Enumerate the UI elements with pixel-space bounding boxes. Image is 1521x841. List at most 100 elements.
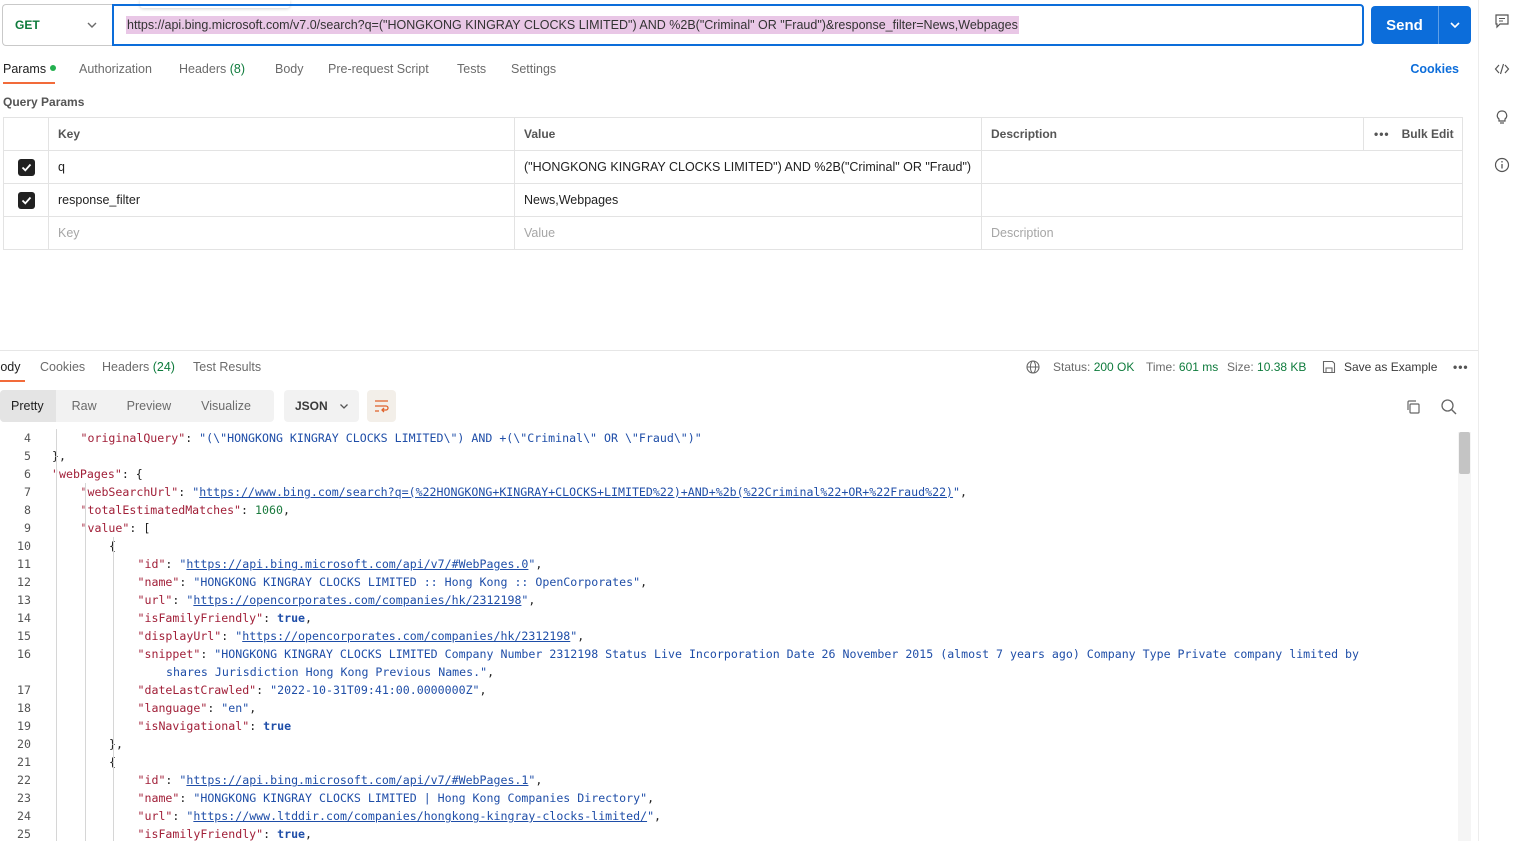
value-placeholder[interactable]: Value [515,217,982,249]
size-indicator[interactable]: Size: 10.38 KB [1227,360,1306,374]
code-token: , [640,575,648,589]
code-link[interactable]: https://api.bing.microsoft.com/api/v7/#W… [186,773,528,787]
code-token: true [263,719,292,733]
send-options-button[interactable] [1438,6,1471,44]
line-number: 15 [17,629,31,643]
param-checkbox[interactable] [17,158,35,176]
code-token: , [479,683,487,697]
param-key[interactable]: q [49,151,515,183]
line-number: 22 [17,773,31,787]
tab-authorization[interactable]: Authorization [79,62,152,76]
more-icon[interactable]: ••• [1374,127,1390,141]
code-token: : [178,485,193,499]
param-value[interactable]: ("HONGKONG KINGRAY CLOCKS LIMITED") AND … [515,151,982,183]
view-pretty[interactable]: Pretty [0,390,56,422]
param-description[interactable] [982,151,1462,183]
code-line: 20}, [0,735,1458,753]
code-token: "HONGKONG KINGRAY CLOCKS LIMITED | Hong … [193,791,648,805]
description-placeholder[interactable]: Description [982,217,1462,249]
params-active-dot [50,65,57,71]
chevron-down-icon [340,404,348,409]
comments-icon[interactable] [1494,13,1510,29]
params-header-row: Key Value Description ••• Bulk Edit [4,118,1462,151]
code-token: "name" [137,791,180,805]
active-response-tab-indicator [0,380,25,382]
response-body-code[interactable]: 4 "originalQuery": "(\"HONGKONG KINGRAY C… [0,429,1458,841]
globe-icon[interactable] [1026,360,1040,374]
response-more-icon[interactable]: ••• [1453,360,1469,374]
code-token: "isFamilyFriendly" [137,611,264,625]
right-sidebar [1478,0,1521,841]
code-link[interactable]: https://www.ltddir.com/companies/hongkon… [193,809,647,823]
code-link[interactable]: https://www.bing.com/search?q=(%22HONGKO… [199,485,953,499]
tab-params[interactable]: Params [3,62,57,76]
view-raw[interactable]: Raw [56,390,109,422]
wrap-icon [374,400,389,413]
code-token: : [172,809,187,823]
copy-icon[interactable] [1405,399,1421,415]
method-select[interactable]: GET [2,4,112,46]
time-indicator[interactable]: Time: 601 ms [1146,360,1218,374]
tab-test-results[interactable]: Test Results [193,360,261,374]
view-mode-group: Pretty Raw Preview Visualize [0,390,274,422]
tab-response-cookies[interactable]: Cookies [40,360,85,374]
tab-tests[interactable]: Tests [457,62,486,76]
scrollbar-track[interactable] [1458,432,1471,841]
active-tab-indicator [3,82,55,84]
cookies-link[interactable]: Cookies [1410,62,1459,76]
code-token: "webPages" [52,467,122,481]
send-label: Send [1386,16,1423,34]
tab-settings[interactable]: Settings [511,62,556,76]
header-value: Value [515,118,982,150]
tab-body[interactable]: Body [275,62,304,76]
code-line: 12 "name": "HONGKONG KINGRAY CLOCKS LIMIT… [0,573,1458,591]
param-key[interactable]: response_filter [49,184,515,216]
query-params-title: Query Params [3,95,85,109]
url-input[interactable]: https://api.bing.microsoft.com/v7.0/sear… [112,4,1364,46]
code-line: 21{ [0,753,1458,771]
code-token: "url" [137,593,173,607]
bulk-edit-button[interactable]: ••• Bulk Edit [1364,118,1462,150]
view-preview[interactable]: Preview [109,390,183,422]
format-select[interactable]: JSON [284,390,359,422]
line-number: 21 [17,755,31,769]
code-token: "HONGKONG KINGRAY CLOCKS LIMITED :: Hong… [193,575,641,589]
code-token: , [282,503,290,517]
url-text: https://api.bing.microsoft.com/v7.0/sear… [126,16,1019,34]
view-visualize[interactable]: Visualize [183,390,263,422]
code-token: shares Jurisdiction Hong Kong Previous N… [166,665,488,679]
code-token: }, [109,737,123,751]
code-token: : [185,431,200,445]
status-indicator[interactable]: Status: 200 OK [1053,360,1134,374]
scrollbar-thumb[interactable] [1459,432,1470,474]
code-token: "2022-10-31T09:41:00.0000000Z" [270,683,480,697]
code-line: 9 "value": [ [0,519,1458,537]
param-value[interactable]: News,Webpages [515,184,982,216]
code-token: "id" [137,557,166,571]
wrap-lines-button[interactable] [367,390,396,422]
code-line: 22 "id": "https://api.bing.microsoft.com/… [0,771,1458,789]
search-icon[interactable] [1440,398,1458,416]
info-icon[interactable] [1494,157,1510,173]
code-link[interactable]: https://opencorporates.com/companies/hk/… [242,629,570,643]
tab-response-headers[interactable]: Headers (24) [102,360,175,374]
param-checkbox[interactable] [17,191,35,209]
save-as-example-button[interactable]: Save as Example [1344,360,1437,374]
code-line: 5}, [0,447,1458,465]
code-token: : { [121,467,143,481]
line-number: 14 [17,611,31,625]
tab-headers[interactable]: Headers (8) [179,62,245,76]
code-icon[interactable] [1494,61,1510,77]
code-link[interactable]: https://api.bing.microsoft.com/api/v7/#W… [186,557,528,571]
tab-prerequest-script[interactable]: Pre-request Script [328,62,429,76]
tab-response-body[interactable]: Body [0,360,21,374]
code-token: }, [52,449,66,463]
lightbulb-icon[interactable] [1494,109,1510,125]
key-placeholder[interactable]: Key [49,217,515,249]
code-link[interactable]: https://opencorporates.com/companies/hk/… [193,593,521,607]
method-label: GET [15,18,40,32]
param-description[interactable] [982,184,1462,216]
send-button[interactable]: Send [1371,6,1471,44]
code-token: "id" [137,773,166,787]
code-line: 14 "isFamilyFriendly": true, [0,609,1458,627]
